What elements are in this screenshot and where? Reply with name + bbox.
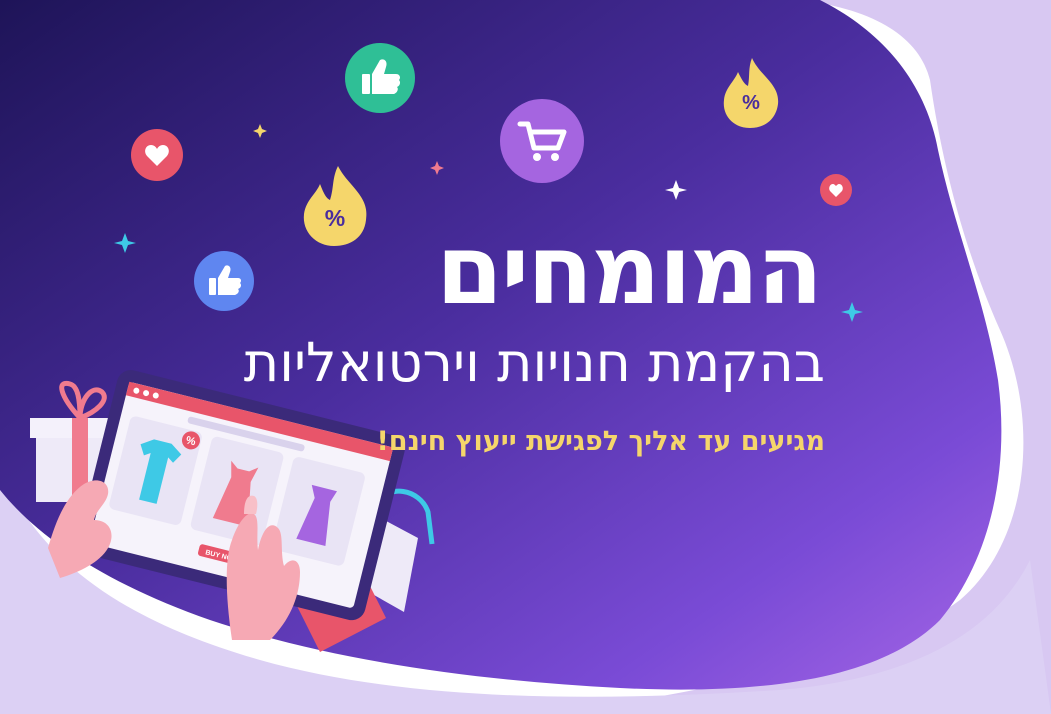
svg-text:%: % [742,92,760,114]
heart-icon [820,174,852,206]
shopping-cart-icon [500,99,584,183]
headline: המומחים [436,214,823,326]
heart-icon [131,129,183,181]
tagline: מגיעים עד אליך לפגישת ייעוץ חינם! [376,426,825,457]
subheadline: בהקמת חנויות וירטואליות [243,331,825,394]
thumbs-up-icon [345,43,415,113]
svg-text:%: % [325,205,345,231]
thumbs-up-icon [194,251,254,311]
